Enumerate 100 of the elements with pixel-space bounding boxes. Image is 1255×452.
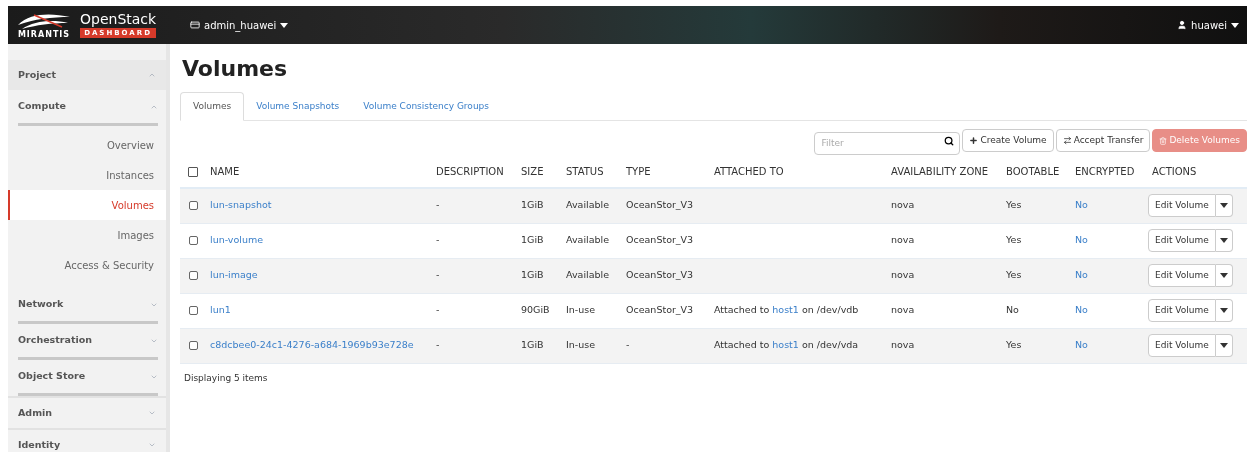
volume-link[interactable]: c8dcbee0-24c1-4276-a684-1969b93e728e	[210, 339, 414, 351]
table-cell: In-use	[566, 339, 596, 351]
caret-icon	[1219, 343, 1228, 348]
table-cell: -	[436, 269, 440, 281]
tab[interactable]: Volume Snapshots	[244, 92, 352, 121]
encrypted-link[interactable]: No	[1075, 339, 1088, 351]
plus-icon	[969, 136, 979, 145]
chevron-down-icon	[148, 409, 156, 417]
search-icon	[944, 136, 955, 146]
row-actions-dropdown[interactable]	[1215, 334, 1233, 357]
column-header: ACTIONS	[1151, 165, 1198, 179]
table-cell: -	[436, 199, 440, 211]
table-cell: nova	[891, 234, 915, 246]
table-cell: Available	[566, 269, 609, 281]
logo-title: OpenStack	[80, 12, 157, 26]
table-cell: Available	[566, 234, 609, 246]
column-header: SIZE	[520, 165, 545, 179]
table-cell: 1GiB	[521, 339, 544, 351]
host-link[interactable]: host1	[772, 304, 799, 316]
table-cell: -	[436, 304, 440, 316]
edit-volume-button[interactable]: Edit Volume	[1148, 229, 1216, 252]
sidebar-group[interactable]: Object Store	[18, 360, 158, 396]
table-cell: nova	[891, 199, 915, 211]
volume-link[interactable]: lun-snapshot	[210, 199, 272, 211]
sidebar-section[interactable]: Project	[8, 60, 166, 90]
row-actions-dropdown[interactable]	[1215, 299, 1233, 322]
page-title: Volumes	[182, 58, 289, 80]
toolbar-button[interactable]: Create Volume	[962, 129, 1054, 152]
row-actions-dropdown[interactable]	[1215, 264, 1233, 287]
table-cell: Yes	[1006, 199, 1022, 211]
edit-volume-button[interactable]: Edit Volume	[1148, 334, 1216, 357]
table-cell: In-use	[566, 304, 596, 316]
table-cell: Yes	[1006, 339, 1022, 351]
edit-volume-button[interactable]: Edit Volume	[1148, 264, 1216, 287]
select-all-checkbox[interactable]	[188, 166, 198, 177]
table-cell: nova	[891, 304, 915, 316]
sidebar-item[interactable]: Images	[8, 220, 166, 250]
table-cell: OceanStor_V3	[626, 304, 694, 316]
table-cell: -	[436, 234, 440, 246]
encrypted-link[interactable]: No	[1075, 234, 1088, 246]
sidebar-group[interactable]: Compute	[18, 90, 158, 126]
sidebar-item[interactable]: Instances	[8, 160, 166, 190]
table-cell: 1GiB	[521, 199, 544, 211]
sidebar-section[interactable]: Identity	[8, 430, 166, 452]
edit-volume-button[interactable]: Edit Volume	[1148, 194, 1216, 217]
host-link[interactable]: host1	[772, 339, 799, 351]
table-cell: nova	[891, 339, 915, 351]
sidebar-group[interactable]: Orchestration	[18, 324, 158, 360]
encrypted-link[interactable]: No	[1075, 199, 1088, 211]
table-cell: Yes	[1006, 269, 1022, 281]
table-cell: Available	[566, 199, 609, 211]
caret-icon	[1219, 273, 1228, 278]
filter-field[interactable]: Filter	[814, 131, 961, 155]
sidebar-section[interactable]: Admin	[8, 398, 166, 428]
row-checkbox[interactable]	[188, 306, 198, 315]
column-header: BOOTABLE	[1005, 165, 1061, 179]
table-cell: Attached to host1 on /dev/vda	[714, 339, 859, 351]
volume-link[interactable]: lun-volume	[210, 234, 264, 246]
chevron-up-icon	[148, 71, 156, 79]
column-header: ENCRYPTED	[1074, 165, 1136, 179]
column-header: AVAILABILITY ZONE	[890, 165, 990, 179]
tab[interactable]: Volumes	[180, 92, 245, 121]
caret-icon	[1219, 238, 1228, 243]
table-cell: 90GiB	[521, 304, 550, 316]
row-checkbox[interactable]	[188, 201, 198, 210]
chevron-down-icon	[148, 441, 156, 449]
row-checkbox[interactable]	[188, 341, 198, 350]
project-menu[interactable]: admin_huawei	[190, 17, 289, 33]
table-cell: nova	[891, 269, 915, 281]
caret-icon	[1231, 22, 1239, 28]
row-actions-dropdown[interactable]	[1215, 194, 1233, 217]
item-count: Displaying 5 items	[184, 371, 269, 385]
table-cell: OceanStor_V3	[626, 234, 694, 246]
trash-icon	[1159, 136, 1168, 145]
caret-icon	[1219, 308, 1228, 313]
sidebar-group[interactable]: Network	[18, 288, 158, 324]
encrypted-link[interactable]: No	[1075, 304, 1088, 316]
caret-icon	[280, 22, 289, 28]
table-cell: Yes	[1006, 234, 1022, 246]
user-icon	[1177, 20, 1188, 30]
table-cell: OceanStor_V3	[626, 269, 694, 281]
sidebar-item[interactable]: Access & Security	[8, 250, 166, 280]
sidebar-item[interactable]: Volumes	[8, 190, 166, 220]
volume-link[interactable]: lun-image	[210, 269, 258, 281]
row-checkbox[interactable]	[188, 271, 198, 280]
user-menu[interactable]: huawei	[1177, 17, 1239, 33]
table-cell: OceanStor_V3	[626, 199, 694, 211]
project-icon	[190, 20, 200, 30]
table-cell: 1GiB	[521, 269, 544, 281]
edit-volume-button[interactable]: Edit Volume	[1148, 299, 1216, 322]
caret-icon	[1219, 203, 1228, 208]
sidebar-item[interactable]: Overview	[8, 130, 166, 160]
row-checkbox[interactable]	[188, 236, 198, 245]
toolbar-button[interactable]: Accept Transfer	[1055, 129, 1151, 152]
brand-text: MIRANTIS	[17, 31, 71, 39]
table-cell: Attached to host1 on /dev/vdb	[714, 304, 859, 316]
volume-link[interactable]: lun1	[210, 304, 231, 316]
encrypted-link[interactable]: No	[1075, 269, 1088, 281]
tab[interactable]: Volume Consistency Groups	[351, 92, 501, 121]
row-actions-dropdown[interactable]	[1215, 229, 1233, 252]
